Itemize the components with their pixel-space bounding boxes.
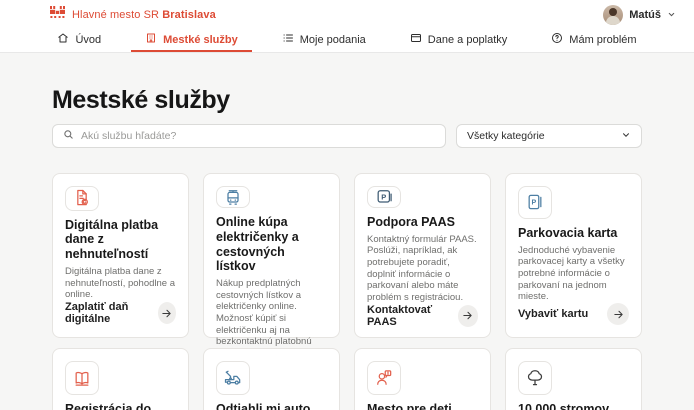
card-description: Kontaktný formulár PAAS. Poslúži, naprík… [367,234,478,304]
card-title: Parkovacia karta [518,226,629,241]
main-content: Mestské služby Všetky kategórie Digitál [0,53,694,410]
tow-truck-icon [216,361,250,395]
home-icon [57,32,69,47]
filter-controls: Všetky kategórie [52,124,642,148]
nav-item-moje-podania[interactable]: Moje podania [268,29,380,52]
castle-logo-icon [50,6,65,24]
main-nav: Úvod Mestké služby Moje podania Dane a p… [0,29,694,53]
arrow-right-icon[interactable] [158,302,176,324]
building-icon [145,32,157,47]
services-grid: Digitálna platba dane z nehnuteľností Di… [52,173,642,410]
card-title: Digitálna platba dane z nehnuteľností [65,218,176,262]
nav-item-mestke-sluzby[interactable]: Mestké služby [131,29,252,52]
svg-text:P: P [532,199,537,207]
city-logo[interactable]: Hlavné mesto SR Bratislava [50,6,216,24]
card-description: Digitálna platba dane z nehnuteľností, p… [65,266,176,301]
card-cta[interactable]: Kontaktovať PAAS [367,304,478,328]
chevron-down-icon [667,6,676,24]
service-card-elektricenka[interactable]: Online kúpa električenky a cestovných lí… [203,173,340,338]
parking-card-icon: P [518,186,552,219]
card-cta[interactable]: Zaplatiť daň digitálne [65,301,176,325]
help-icon [551,32,563,47]
service-card-podpora-paas[interactable]: P Podpora PAAS Kontaktný formulár PAAS. … [354,173,491,338]
card-title: Odtiahli mi auto [216,402,327,410]
card-description: Jednoduché vybavenie parkovacej karty a … [518,245,629,303]
user-name: Matúš [629,9,661,21]
card-cta[interactable]: Vybaviť kartu [518,303,629,325]
document-coin-icon [65,186,99,211]
chevron-down-icon [621,130,631,143]
page-title: Mestské služby [52,53,642,115]
search-input[interactable] [81,130,435,142]
service-card-stromy[interactable]: 10 000 stromov [505,348,642,410]
service-card-parkovacia-karta[interactable]: P Parkovacia karta Jednoduché vybavenie … [505,173,642,338]
search-icon [63,127,74,145]
card-title: Registrácia do knižnice [65,402,176,410]
tram-icon [216,186,250,208]
card-title: Podpora PAAS [367,215,478,230]
arrow-right-icon[interactable] [458,305,478,327]
card-title: 10 000 stromov [518,402,629,410]
logo-text: Hlavné mesto SR Bratislava [72,9,216,21]
book-icon [65,361,99,395]
parking-key-icon: P [367,186,401,208]
tree-icon [518,361,552,395]
top-bar: Hlavné mesto SR Bratislava Matúš [0,0,694,29]
category-dropdown[interactable]: Všetky kategórie [456,124,642,148]
service-card-dane[interactable]: Digitálna platba dane z nehnuteľností Di… [52,173,189,338]
nav-item-uvod[interactable]: Úvod [43,29,115,52]
service-card-kniznica[interactable]: Registrácia do knižnice [52,348,189,410]
card-title: Online kúpa električenky a cestovných lí… [216,215,327,274]
user-menu[interactable]: Matúš [603,5,676,25]
nav-item-mam-problem[interactable]: Mám problém [537,29,650,52]
user-avatar [603,5,623,25]
header: Hlavné mesto SR Bratislava Matúš Úvod Me… [0,0,694,53]
svg-text:P: P [381,192,386,201]
list-icon [282,32,294,47]
arrow-right-icon[interactable] [607,303,629,325]
child-speech-icon [367,361,401,395]
service-card-odtiahnute-auto[interactable]: Odtiahli mi auto [203,348,340,410]
service-card-mesto-pre-deti[interactable]: Mesto pre deti [354,348,491,410]
card-title: Mesto pre deti [367,402,478,410]
card-icon [410,32,422,47]
search-box [52,124,446,148]
nav-item-dane-a-poplatky[interactable]: Dane a poplatky [396,29,522,52]
